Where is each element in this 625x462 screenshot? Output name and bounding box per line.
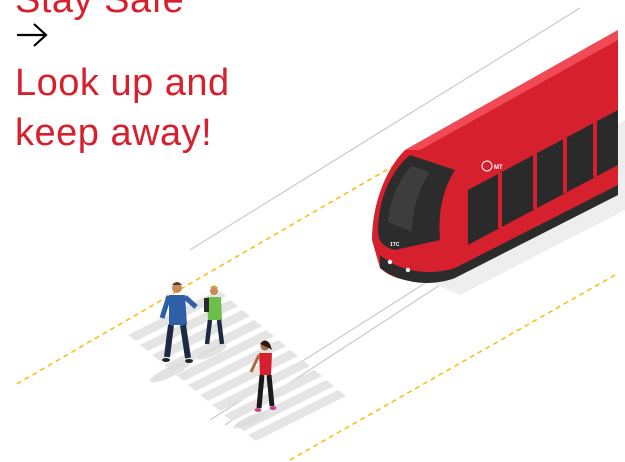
headline-stay-safe: Stay Safe xyxy=(15,0,185,21)
tram-front-badge: 1TC xyxy=(390,242,400,248)
tram-logo: MT xyxy=(494,165,503,171)
pedestrian-crossing xyxy=(128,290,346,441)
arrow-right-icon xyxy=(17,23,48,47)
headline-keep-away: keep away! xyxy=(15,112,213,154)
tram xyxy=(372,30,625,295)
headline-look-up: Look up and xyxy=(15,62,230,104)
